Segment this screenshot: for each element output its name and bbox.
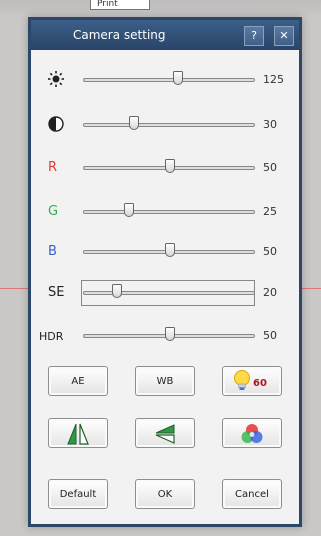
cancel-button-label: Cancel <box>235 489 269 500</box>
slider-row-green: G 25 <box>31 198 299 226</box>
ok-button-label: OK <box>157 489 173 500</box>
default-button-label: Default <box>59 489 97 500</box>
slider-value-se: 20 <box>263 286 277 299</box>
default-button[interactable]: Default <box>48 479 108 509</box>
slider-value-contrast: 30 <box>263 118 277 131</box>
dialog-titlebar: Camera setting ? ✕ <box>31 20 299 50</box>
flip-button[interactable] <box>135 418 195 448</box>
slider-value-brightness: 125 <box>263 73 284 86</box>
slider-thumb-brightness[interactable] <box>173 71 184 85</box>
close-button[interactable]: ✕ <box>274 26 294 46</box>
lamp-value: 60 <box>253 378 267 389</box>
slider-label-red: R <box>48 160 58 175</box>
wb-button[interactable]: WB <box>135 366 195 396</box>
lightbulb-icon <box>234 370 250 390</box>
background-strip <box>0 0 321 14</box>
lamp-button[interactable]: 60 <box>222 366 282 396</box>
slider-value-green: 25 <box>263 205 277 218</box>
slider-row-blue: B 50 <box>31 238 299 266</box>
slider-row-contrast: 30 <box>31 111 299 139</box>
ok-button[interactable]: OK <box>135 479 195 509</box>
mirror-flip-icon <box>67 423 89 445</box>
slider-row-se: SE 20 <box>31 279 299 307</box>
ae-button[interactable]: AE <box>48 366 108 396</box>
slider-thumb-blue[interactable] <box>164 243 175 257</box>
slider-row-brightness: 125 <box>31 66 299 94</box>
dialog-title: Camera setting <box>73 28 166 42</box>
slider-label-se: SE <box>48 285 65 300</box>
brightness-icon <box>48 71 64 87</box>
slider-row-hdr: HDR 50 <box>31 322 299 350</box>
slider-value-hdr: 50 <box>263 329 277 342</box>
slider-track-green[interactable] <box>83 210 255 214</box>
background-print-label: Print <box>90 0 150 10</box>
contrast-icon <box>48 116 64 132</box>
color-wheel-icon <box>241 424 263 443</box>
slider-label-blue: B <box>48 244 57 259</box>
cancel-button[interactable]: Cancel <box>222 479 282 509</box>
slider-thumb-red[interactable] <box>164 159 175 173</box>
ae-button-label: AE <box>71 376 85 387</box>
background-red-line-right <box>302 288 321 289</box>
slider-row-red: R 50 <box>31 154 299 182</box>
background-red-line-left <box>0 288 28 289</box>
slider-track-se[interactable] <box>83 291 255 295</box>
wb-button-label: WB <box>156 376 174 387</box>
slider-thumb-hdr[interactable] <box>164 327 175 341</box>
slider-track-contrast[interactable] <box>83 123 255 127</box>
color-button[interactable] <box>222 418 282 448</box>
slider-thumb-contrast[interactable] <box>129 116 139 130</box>
help-button[interactable]: ? <box>244 26 264 46</box>
slider-track-brightness[interactable] <box>83 78 255 82</box>
slider-value-red: 50 <box>263 161 277 174</box>
rotate-flip-icon <box>155 424 175 444</box>
slider-thumb-green[interactable] <box>123 203 134 217</box>
slider-label-hdr: HDR <box>39 330 64 343</box>
slider-value-blue: 50 <box>263 245 277 258</box>
mirror-button[interactable] <box>48 418 108 448</box>
slider-label-green: G <box>48 204 59 219</box>
camera-setting-dialog: Camera setting ? ✕ 125 30 R 50 G 25 B 50 SE 20 HDR… <box>28 17 302 527</box>
slider-thumb-se[interactable] <box>112 284 122 298</box>
